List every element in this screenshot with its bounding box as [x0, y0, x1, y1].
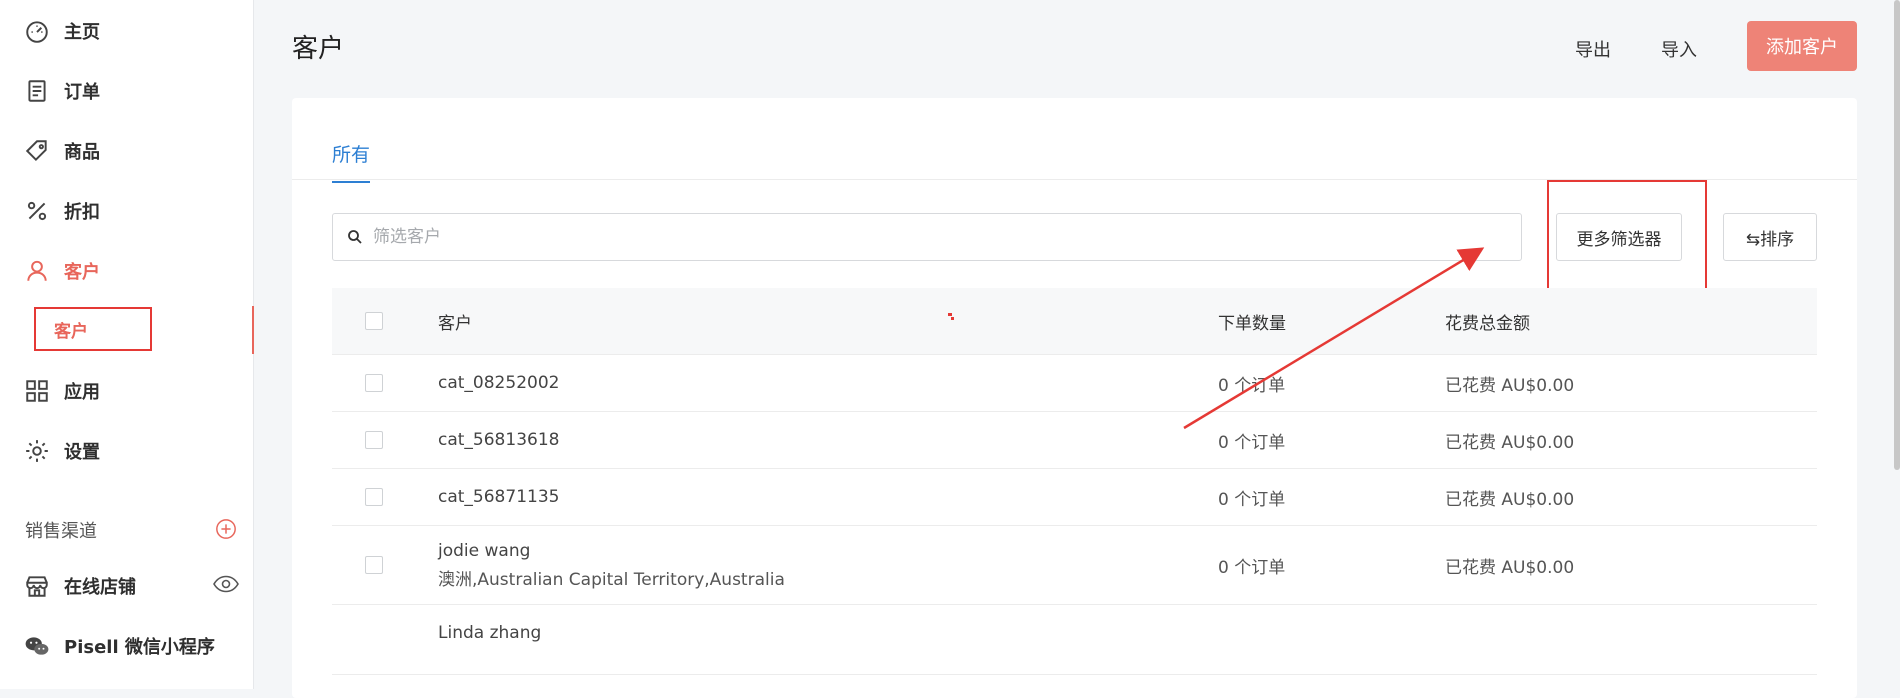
sidebar-item-customers[interactable]: 客户: [24, 251, 100, 291]
total-spent: 已花费 AU$0.00: [1445, 557, 1575, 578]
sidebar-item-home[interactable]: 主页: [24, 11, 100, 51]
export-button[interactable]: 导出: [1575, 36, 1611, 62]
sidebar-item-label: 应用: [64, 382, 100, 403]
tag-icon: [25, 140, 47, 162]
sidebar-item-label: 客户: [64, 262, 100, 283]
customer-name[interactable]: cat_08252002: [438, 373, 1218, 393]
total-spent: 已花费 AU$0.00: [1445, 432, 1575, 453]
customer-address: 澳洲,Australian Capital Territory,Australi…: [438, 569, 785, 590]
wechat-icon: [25, 637, 49, 655]
search-box[interactable]: [332, 213, 1522, 261]
sidebar-item-label: 主页: [64, 22, 100, 43]
sidebar-item-settings[interactable]: 设置: [24, 431, 100, 471]
sidebar-item-label: 商品: [64, 142, 100, 163]
percent-icon: [27, 201, 47, 221]
store-icon: [26, 576, 48, 597]
table-row[interactable]: cat_56871135 0 个订单 已花费 AU$0.00: [332, 469, 1817, 526]
sidebar-subitem-label: 客户: [54, 321, 88, 342]
user-icon: [27, 260, 47, 281]
table-header: 客户 下单数量 花费总金额: [332, 288, 1817, 355]
sales-channels-title: 销售渠道: [25, 521, 97, 542]
active-indicator: [252, 306, 254, 354]
header-customer[interactable]: 客户: [438, 309, 1218, 334]
header-orders[interactable]: 下单数量: [1218, 309, 1445, 334]
row-checkbox[interactable]: [365, 556, 383, 574]
row-checkbox[interactable]: [365, 374, 383, 392]
select-all-checkbox[interactable]: [365, 312, 383, 330]
total-spent: 已花费 AU$0.00: [1445, 375, 1575, 396]
header-spent[interactable]: 花费总金额: [1445, 309, 1817, 334]
customer-name[interactable]: cat_56813618: [438, 430, 1218, 450]
table-row[interactable]: cat_56813618 0 个订单 已花费 AU$0.00: [332, 412, 1817, 469]
order-count: 0 个订单: [1218, 557, 1286, 578]
page-title: 客户: [292, 34, 345, 64]
row-checkbox[interactable]: [365, 488, 383, 506]
customer-name[interactable]: cat_56871135: [438, 487, 1218, 507]
table-row[interactable]: cat_08252002 0 个订单 已花费 AU$0.00: [332, 355, 1817, 412]
sidebar-item-label: Pisell 微信小程序: [64, 637, 215, 658]
customers-table: 客户 下单数量 花费总金额 cat_08252002 0 个订单 已花费 AU$…: [332, 288, 1817, 675]
search-icon: [348, 230, 362, 244]
order-count: 0 个订单: [1218, 489, 1286, 510]
customer-name[interactable]: Linda zhang: [438, 623, 1218, 643]
sidebar-item-wechat-mini[interactable]: Pisell 微信小程序: [24, 626, 215, 666]
more-filters-button[interactable]: 更多筛选器: [1556, 213, 1682, 261]
tab-all[interactable]: 所有: [332, 140, 371, 183]
order-count: 0 个订单: [1218, 375, 1286, 396]
eye-icon[interactable]: [212, 574, 240, 594]
order-icon: [28, 80, 46, 102]
search-input[interactable]: [371, 226, 1521, 248]
sidebar-item-label: 折扣: [64, 202, 100, 223]
sidebar-item-label: 订单: [64, 82, 100, 103]
sidebar-item-apps[interactable]: 应用: [24, 371, 100, 411]
sidebar-item-discounts[interactable]: 折扣: [24, 191, 100, 231]
sidebar-subitem-customers[interactable]: 客户: [34, 307, 152, 351]
apps-icon: [26, 380, 48, 402]
sidebar: 主页 订单 商品 折扣 客户 客户 应用 设置 销售渠道 在线店铺 Pisell…: [0, 0, 254, 689]
sort-button[interactable]: ⇆排序: [1723, 213, 1817, 261]
table-row[interactable]: jodie wang 澳洲,Australian Capital Territo…: [332, 526, 1817, 605]
add-customer-button[interactable]: 添加客户: [1747, 21, 1857, 71]
dashboard-icon: [26, 21, 48, 43]
table-row[interactable]: Linda zhang: [332, 605, 1817, 675]
add-channel-icon[interactable]: [215, 518, 237, 540]
sidebar-item-orders[interactable]: 订单: [24, 71, 100, 111]
customers-card: 所有 更多筛选器 ⇆排序 客户 下单数量 花费总金额 cat_08252002 …: [292, 98, 1857, 698]
order-count: 0 个订单: [1218, 432, 1286, 453]
row-checkbox[interactable]: [365, 431, 383, 449]
customer-name[interactable]: jodie wang: [438, 541, 1218, 561]
sidebar-item-label: 在线店铺: [64, 577, 136, 598]
sidebar-item-label: 设置: [64, 442, 100, 463]
gear-icon: [26, 440, 48, 462]
page-scrollbar[interactable]: [1894, 0, 1900, 470]
sidebar-item-online-store[interactable]: 在线店铺: [24, 566, 136, 606]
import-button[interactable]: 导入: [1661, 36, 1697, 62]
total-spent: 已花费 AU$0.00: [1445, 489, 1575, 510]
sidebar-item-products[interactable]: 商品: [24, 131, 100, 171]
